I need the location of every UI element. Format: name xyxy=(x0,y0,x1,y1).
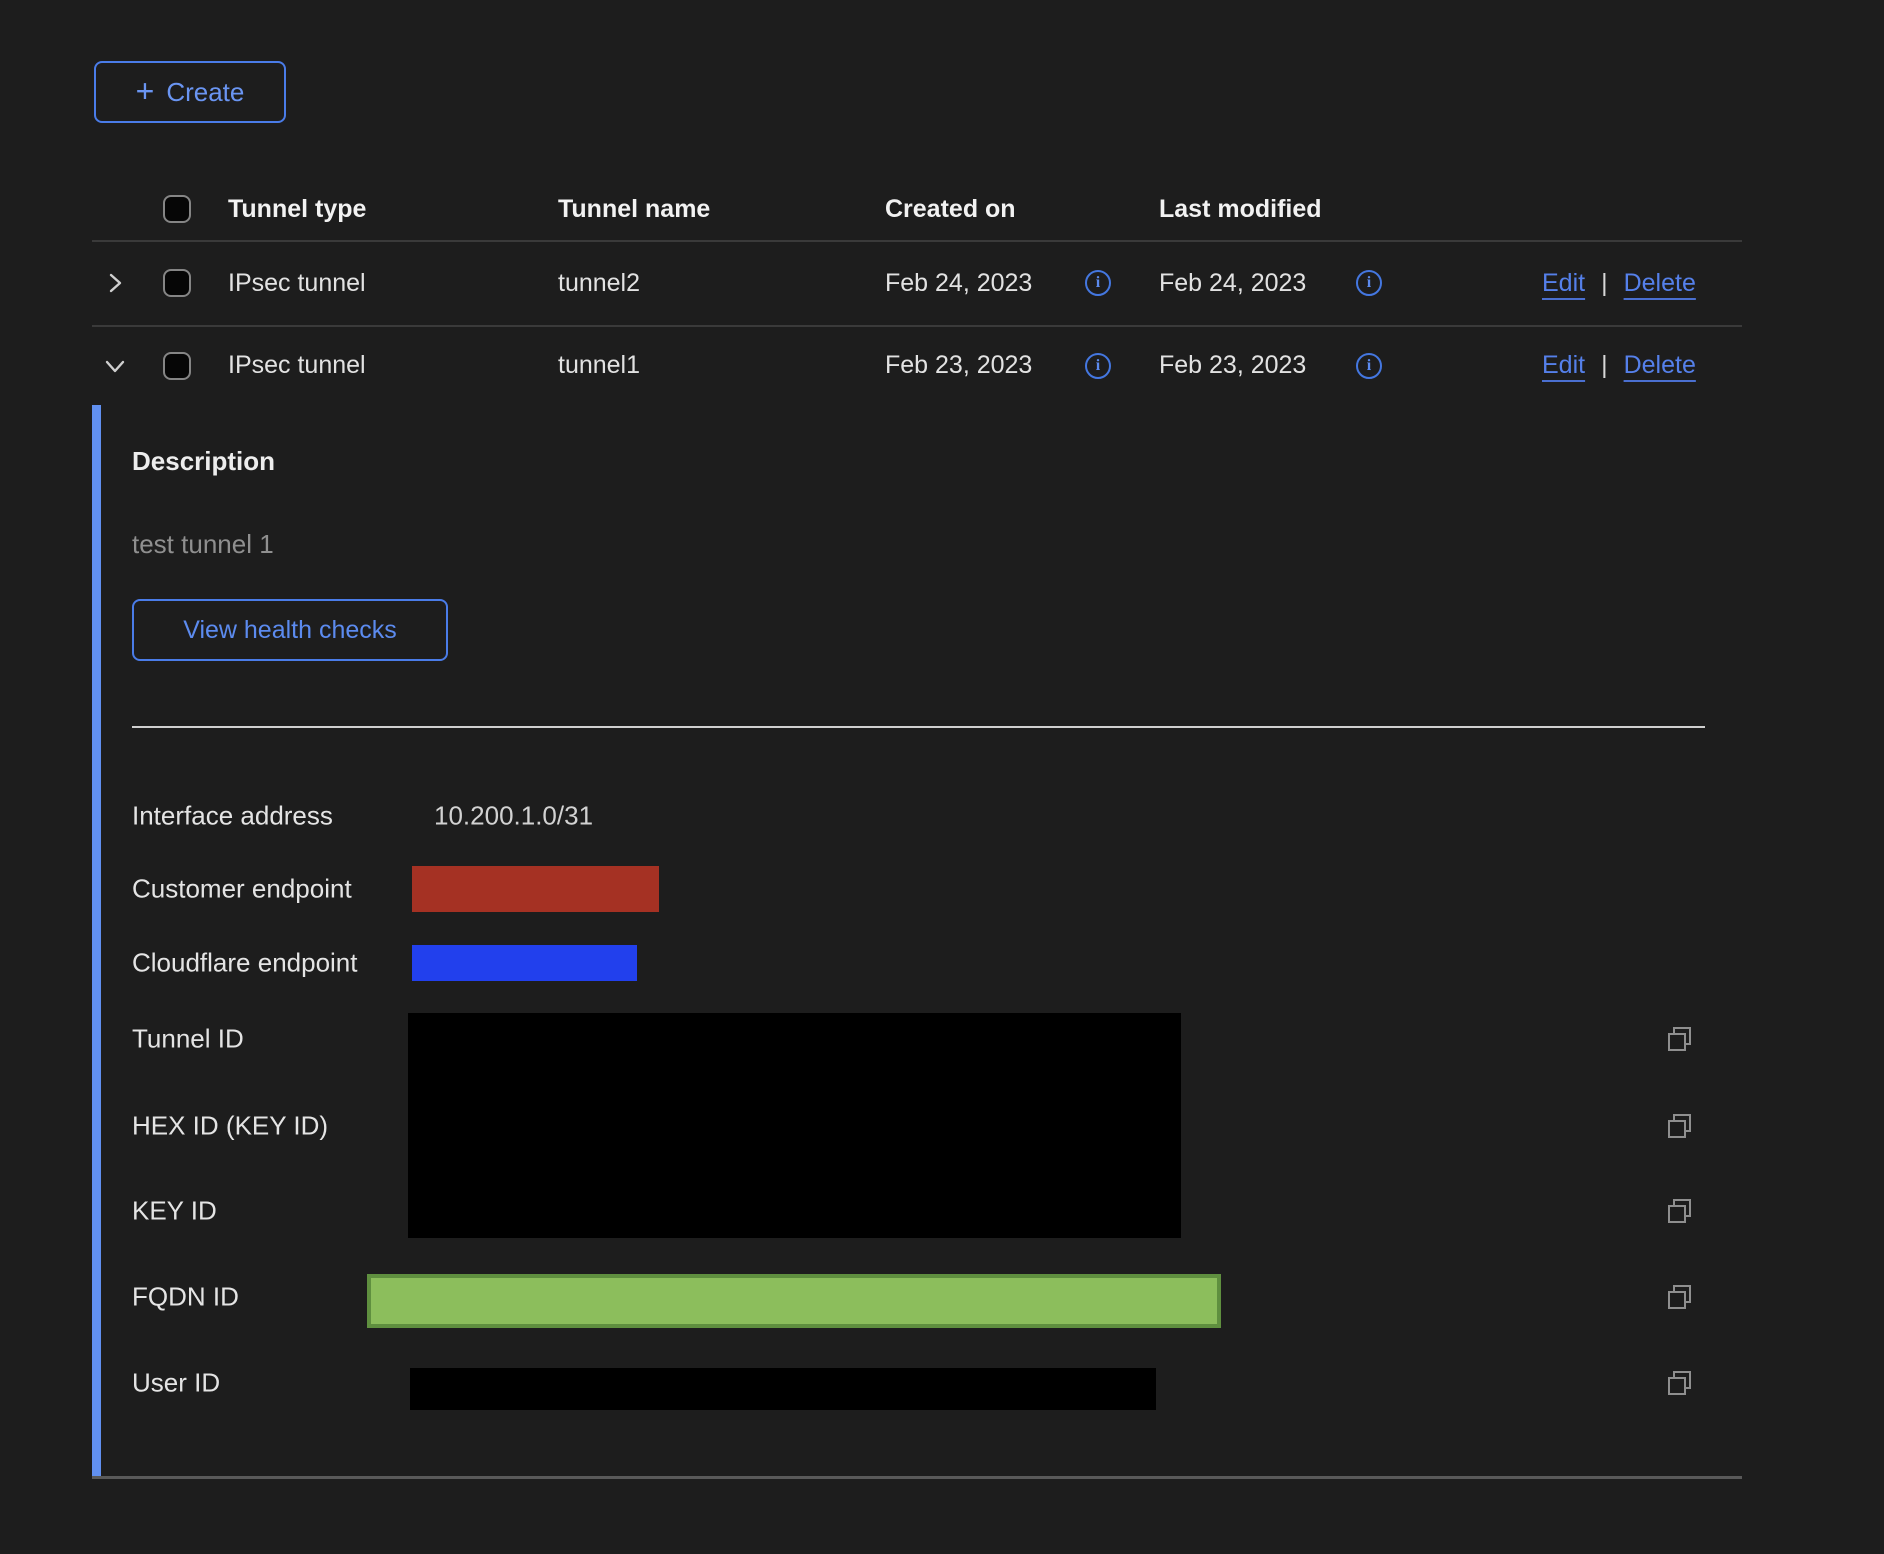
plus-icon: + xyxy=(136,75,155,107)
tunnels-page: + Create Tunnel type Tunnel name Created… xyxy=(0,0,1884,1554)
hex-id-label: HEX ID (KEY ID) xyxy=(132,1111,328,1142)
description-heading: Description xyxy=(132,446,275,477)
description-text: test tunnel 1 xyxy=(132,529,274,560)
customer-endpoint-label: Customer endpoint xyxy=(132,874,352,905)
create-button-label: Create xyxy=(166,77,244,108)
column-header-last-modified: Last modified xyxy=(1159,178,1322,240)
fqdn-id-redaction xyxy=(367,1274,1221,1328)
tunnel-type-cell: IPsec tunnel xyxy=(228,241,366,325)
customer-endpoint-redaction xyxy=(412,866,659,912)
row-actions: Edit | Delete xyxy=(1542,326,1696,405)
select-all-checkbox[interactable] xyxy=(163,195,191,223)
info-icon[interactable]: i xyxy=(1356,353,1382,379)
copy-icon[interactable] xyxy=(1664,1110,1696,1142)
tunnel-name-cell: tunnel2 xyxy=(558,241,640,325)
column-header-created-on: Created on xyxy=(885,178,1016,240)
delete-link[interactable]: Delete xyxy=(1624,351,1696,380)
table-row: IPsec tunnel tunnel1 Feb 23, 2023 i Feb … xyxy=(92,326,1742,405)
copy-icon[interactable] xyxy=(1664,1367,1696,1399)
id-values-redaction xyxy=(408,1013,1181,1238)
info-icon[interactable]: i xyxy=(1356,270,1382,296)
copy-icon[interactable] xyxy=(1664,1281,1696,1313)
edit-link[interactable]: Edit xyxy=(1542,351,1585,380)
last-modified-cell: Feb 23, 2023 xyxy=(1159,326,1306,405)
select-all-checkbox-cell xyxy=(163,178,191,240)
details-divider xyxy=(132,726,1705,728)
user-id-label: User ID xyxy=(132,1368,220,1399)
table-row: IPsec tunnel tunnel2 Feb 24, 2023 i Feb … xyxy=(92,241,1742,325)
tunnel-id-label: Tunnel ID xyxy=(132,1024,244,1055)
key-id-label: KEY ID xyxy=(132,1196,217,1227)
info-icon[interactable]: i xyxy=(1085,353,1111,379)
copy-icon[interactable] xyxy=(1664,1195,1696,1227)
cloudflare-endpoint-redaction xyxy=(412,945,637,981)
create-button[interactable]: + Create xyxy=(94,61,286,123)
table-bottom-divider xyxy=(92,1476,1742,1479)
row-checkbox[interactable] xyxy=(163,352,191,380)
expanded-row-accent-border xyxy=(92,405,101,1478)
user-id-redaction xyxy=(410,1368,1156,1410)
chevron-right-icon[interactable] xyxy=(103,241,127,325)
created-on-info-icon-cell: i xyxy=(1085,241,1111,325)
row-checkbox[interactable] xyxy=(163,269,191,297)
row-checkbox-cell xyxy=(163,241,191,325)
created-on-info-icon-cell: i xyxy=(1085,326,1111,405)
interface-address-label: Interface address xyxy=(132,801,333,832)
chevron-down-icon[interactable] xyxy=(103,326,127,405)
fqdn-id-label: FQDN ID xyxy=(132,1282,239,1313)
created-on-cell: Feb 23, 2023 xyxy=(885,326,1032,405)
last-modified-info-icon-cell: i xyxy=(1356,241,1382,325)
column-header-tunnel-name: Tunnel name xyxy=(558,178,710,240)
view-health-checks-button[interactable]: View health checks xyxy=(132,599,448,661)
row-checkbox-cell xyxy=(163,326,191,405)
tunnel-name-cell: tunnel1 xyxy=(558,326,640,405)
delete-link[interactable]: Delete xyxy=(1624,269,1696,298)
last-modified-info-icon-cell: i xyxy=(1356,326,1382,405)
cloudflare-endpoint-label: Cloudflare endpoint xyxy=(132,948,358,979)
action-separator: | xyxy=(1601,351,1608,380)
edit-link[interactable]: Edit xyxy=(1542,269,1585,298)
row-actions: Edit | Delete xyxy=(1542,241,1696,325)
action-separator: | xyxy=(1601,269,1608,298)
created-on-cell: Feb 24, 2023 xyxy=(885,241,1032,325)
copy-icon[interactable] xyxy=(1664,1023,1696,1055)
column-header-tunnel-type: Tunnel type xyxy=(228,178,366,240)
info-icon[interactable]: i xyxy=(1085,270,1111,296)
interface-address-value: 10.200.1.0/31 xyxy=(434,801,593,832)
tunnel-type-cell: IPsec tunnel xyxy=(228,326,366,405)
last-modified-cell: Feb 24, 2023 xyxy=(1159,241,1306,325)
table-header-row: Tunnel type Tunnel name Created on Last … xyxy=(92,178,1742,240)
